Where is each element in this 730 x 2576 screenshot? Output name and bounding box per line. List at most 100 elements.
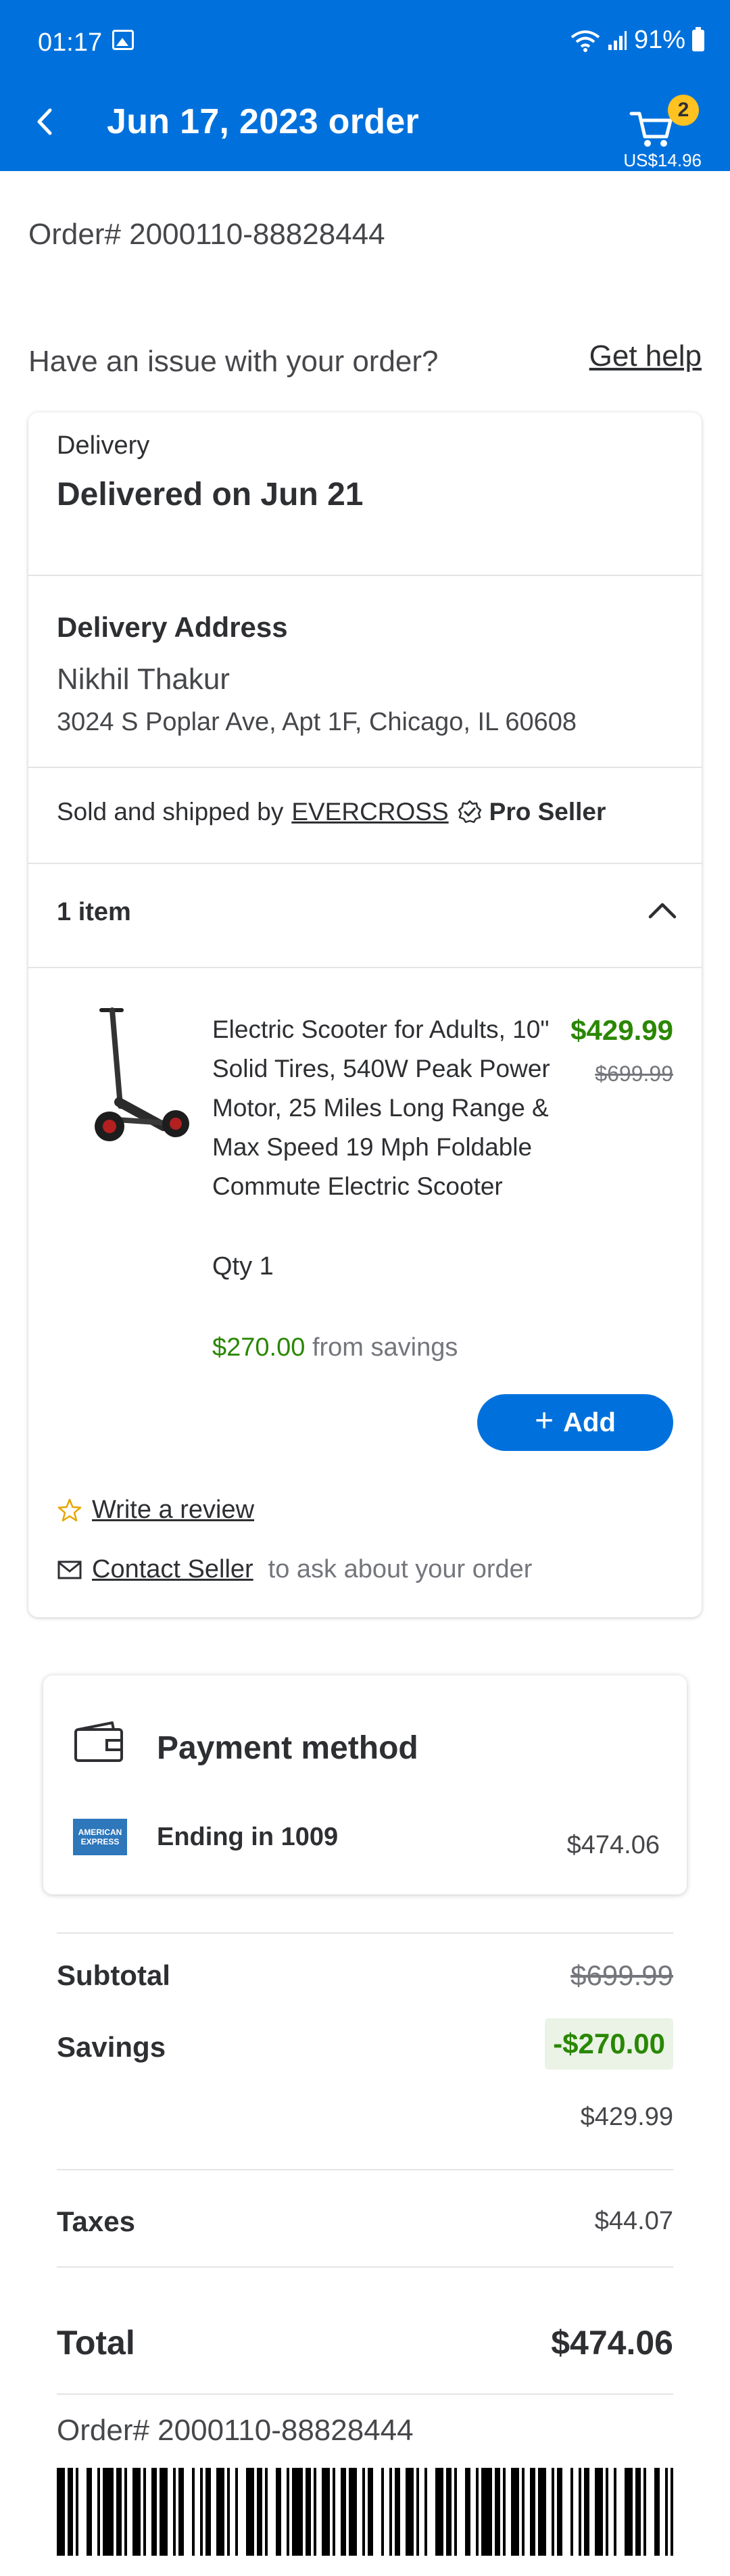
barcode-bar (362, 2468, 365, 2556)
subtotal-value: $699.99 (570, 1959, 673, 1991)
barcode-bar (200, 2468, 203, 2556)
barcode-bar (530, 2468, 535, 2556)
product-price: $429.99 (570, 1014, 673, 1046)
add-to-cart-button[interactable]: + Add (477, 1394, 673, 1451)
savings-label: Savings (57, 2031, 166, 2063)
order-number: Order# 2000110-88828444 (28, 218, 385, 251)
amex-logo-line1: AMERICAN (78, 1828, 122, 1837)
barcode-bar (265, 2468, 268, 2556)
chevron-up-icon (648, 903, 677, 919)
divider (57, 2393, 673, 2395)
back-button[interactable] (35, 101, 69, 142)
barcode-bar (306, 2468, 311, 2556)
barcode-bar (87, 2468, 92, 2556)
barcode-bar (465, 2468, 470, 2556)
verified-check-icon (458, 800, 481, 824)
get-help-link[interactable]: Get help (589, 339, 702, 373)
barcode-bar (606, 2468, 608, 2556)
barcode-bar (132, 2468, 141, 2556)
barcode-bar (143, 2468, 146, 2556)
divider (28, 575, 702, 576)
payment-method-card: Payment method AMERICAN EXPRESS Ending i… (43, 1675, 687, 1894)
barcode-bar (151, 2468, 157, 2556)
barcode-bar (595, 2468, 603, 2556)
barcode-bar (287, 2468, 289, 2556)
contact-seller-link[interactable]: Contact Seller (92, 1555, 253, 1584)
barcode-bar (116, 2468, 122, 2556)
wifi-icon (570, 30, 600, 52)
barcode-bar (322, 2468, 330, 2556)
barcode-bar (522, 2468, 525, 2556)
barcode-bar (395, 2468, 400, 2556)
signal-icon (608, 30, 627, 50)
product-quantity: Qty 1 (212, 1252, 274, 1281)
barcode-bar (292, 2468, 303, 2556)
total-label: Total (57, 2324, 135, 2362)
battery-icon (692, 26, 704, 51)
divider (28, 967, 702, 968)
payment-method-title: Payment method (157, 1730, 418, 1766)
order-barcode (57, 2468, 673, 2556)
barcode-bar (584, 2468, 589, 2556)
plus-icon: + (535, 1403, 554, 1439)
barcode-bar (381, 2468, 384, 2556)
barcode-bar (579, 2468, 581, 2556)
battery-percent: 91% (633, 26, 685, 54)
barcode-bar (416, 2468, 419, 2556)
amex-logo-line2: EXPRESS (80, 1837, 120, 1846)
total-value: $474.06 (551, 2324, 673, 2362)
barcode-bar (103, 2468, 114, 2556)
barcode-bar (349, 2468, 357, 2556)
barcode-bar (625, 2468, 633, 2556)
barcode-bar (635, 2468, 641, 2556)
status-time: 01:17 (38, 28, 103, 57)
product-image[interactable] (69, 1001, 197, 1149)
amex-card-logo: AMERICAN EXPRESS (73, 1819, 127, 1855)
delivery-label: Delivery (57, 431, 150, 460)
order-details-card: Delivery Delivered on Jun 21 Delivery Ad… (28, 412, 702, 1617)
contact-seller-hint: to ask about your order (268, 1555, 533, 1583)
barcode-bar (511, 2468, 519, 2556)
divider (28, 863, 702, 864)
savings-suffix: from savings (312, 1333, 458, 1362)
barcode-bar (276, 2468, 281, 2556)
seller-row: Sold and shipped by EVERCROSS Pro Seller (57, 798, 606, 826)
barcode-bar (476, 2468, 479, 2556)
barcode-bar (424, 2468, 427, 2556)
collapse-items-button[interactable] (643, 894, 681, 928)
payment-amount: $474.06 (566, 1831, 660, 1859)
barcode-bar (435, 2468, 443, 2556)
status-indicators: 91% (570, 26, 704, 55)
barcode-bar (643, 2468, 646, 2556)
divider (28, 767, 702, 768)
write-review-row[interactable]: Write a review (57, 1496, 254, 1525)
barcode-bar (76, 2468, 78, 2556)
seller-prefix: Sold and shipped by (57, 798, 284, 826)
gallery-notification-icon (112, 30, 134, 50)
barcode-bar (538, 2468, 546, 2556)
barcode-bar (178, 2468, 184, 2556)
product-was-price: $699.99 (595, 1062, 673, 1086)
barcode-bar (235, 2468, 238, 2556)
recipient-name: Nikhil Thakur (57, 663, 230, 696)
barcode-bar (57, 2468, 65, 2556)
delivery-status: Delivered on Jun 21 (57, 477, 364, 512)
pro-seller-badge: Pro Seller (489, 798, 606, 826)
barcode-bar (192, 2468, 195, 2556)
contact-seller-row: Contact Seller to ask about your order (57, 1555, 532, 1584)
cart-total: US$14.96 (623, 150, 702, 170)
barcode-bar (314, 2468, 316, 2556)
barcode-bar (654, 2468, 660, 2556)
barcode-bar (160, 2468, 168, 2556)
barcode-bar (454, 2468, 457, 2556)
barcode-bar (570, 2468, 573, 2556)
chevron-left-icon (37, 108, 52, 135)
item-count-label: 1 item (57, 898, 131, 926)
write-review-link[interactable]: Write a review (92, 1496, 254, 1525)
barcode-bar (671, 2468, 673, 2556)
issue-prompt: Have an issue with your order? (28, 345, 439, 378)
product-title[interactable]: Electric Scooter for Adults, 10" Solid T… (212, 1010, 550, 1206)
app-header: 01:17 91% Jun 17, 2023 order 2 US$14.96 (0, 0, 730, 171)
seller-link[interactable]: EVERCROSS (291, 798, 448, 826)
cart-count-badge: 2 (668, 95, 699, 126)
